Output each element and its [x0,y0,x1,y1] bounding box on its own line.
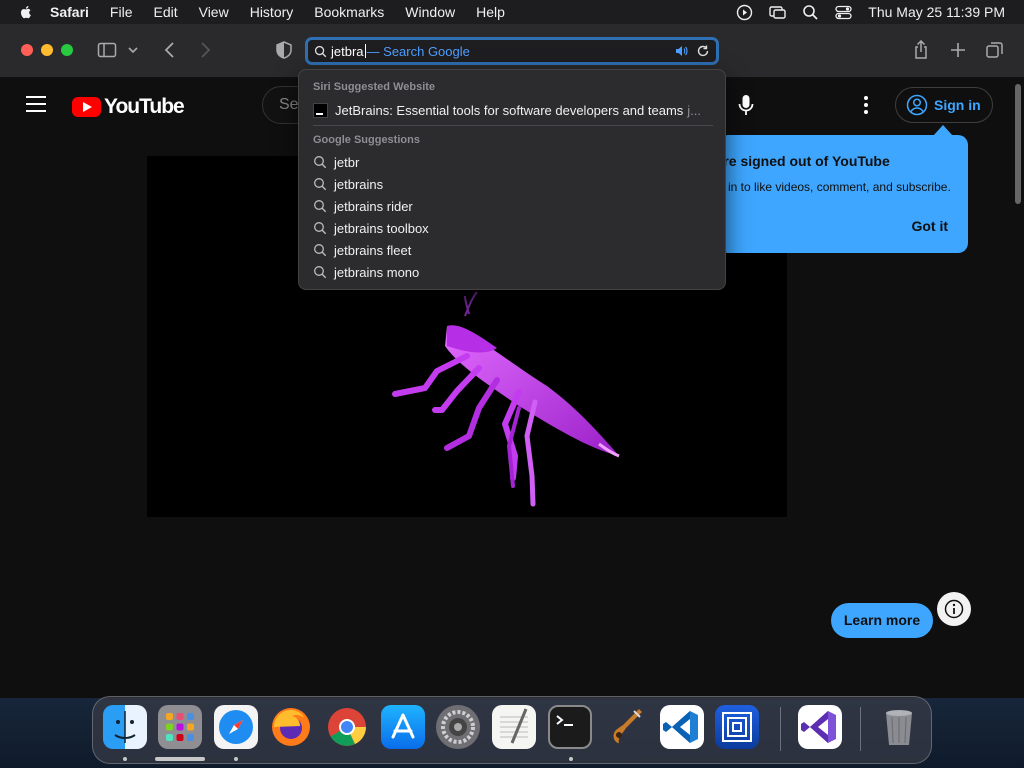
siri-site-title: JetBrains: Essential tools for software … [335,102,684,118]
google-suggestions-header: Google Suggestions [313,134,420,146]
forward-icon[interactable] [195,40,215,60]
youtube-play-icon [72,97,101,117]
suggestion-item[interactable]: jetbr [313,153,359,171]
search-icon [314,222,327,235]
sign-in-button[interactable]: Sign in [895,87,993,123]
menu-bar: Safari File Edit View History Bookmarks … [0,0,1024,24]
dock-separator [780,707,781,751]
suggestion-item[interactable]: jetbrains [313,175,383,193]
dock-separator [860,707,861,751]
screen-mirroring-icon[interactable] [769,4,786,21]
firefox-icon[interactable] [269,705,313,749]
search-icon [314,244,327,257]
search-icon [314,200,327,213]
microphone-icon[interactable] [732,91,760,119]
info-button[interactable] [937,592,971,626]
speaker-icon[interactable] [674,44,688,58]
visual-studio-icon[interactable] [798,705,842,749]
suggestion-text: jetbr [334,154,360,170]
youtube-logo-text: YouTube [104,95,185,118]
close-window-button[interactable] [21,44,33,56]
address-typed-text: jetbra [331,43,364,59]
suggestion-text: jetbrains fleet [334,242,412,258]
app-store-icon[interactable] [381,705,425,749]
learn-more-button[interactable]: Learn more [831,603,933,638]
tooltip-body: in to like videos, comment, and subscrib… [728,180,951,194]
chevron-down-icon[interactable] [127,40,139,60]
suggestion-item[interactable]: jetbrains toolbox [313,219,429,237]
signed-out-tooltip: 're signed out of YouTube in to like vid… [718,135,968,253]
finder-icon[interactable] [103,705,147,749]
youtube-logo[interactable]: YouTube [72,95,185,119]
system-settings-icon[interactable] [436,705,480,749]
play-circle-icon[interactable] [736,4,753,21]
suggestion-text: jetbrains rider [334,198,413,214]
zoom-window-button[interactable] [61,44,73,56]
menu-window[interactable]: Window [405,4,455,20]
privacy-shield-icon[interactable] [274,40,294,60]
menu-app-name[interactable]: Safari [50,4,89,20]
dropdown-divider [313,125,713,126]
search-icon [314,156,327,169]
running-indicator [234,757,238,761]
text-caret [364,44,366,58]
minimize-window-button[interactable] [41,44,53,56]
launchpad-icon[interactable] [158,705,202,749]
menu-history[interactable]: History [250,4,294,20]
menu-bookmarks[interactable]: Bookmarks [314,4,384,20]
account-icon [906,94,928,116]
hamburger-menu-icon[interactable] [26,96,46,112]
new-tab-icon[interactable] [948,40,968,60]
info-icon [944,599,964,619]
apple-icon[interactable] [18,4,34,20]
siri-suggested-site[interactable]: JetBrains: Essential tools for software … [313,101,713,119]
share-icon[interactable] [911,40,931,60]
search-icon [314,266,327,279]
proxy-app-icon[interactable] [715,705,759,749]
menu-bar-clock[interactable]: Thu May 25 11:39 PM [868,4,1005,20]
chrome-icon[interactable] [325,705,369,749]
page-scrollbar[interactable] [1015,84,1021,204]
tooltip-title: 're signed out of YouTube [720,153,890,169]
safari-icon[interactable] [214,705,258,749]
sign-in-label: Sign in [934,97,981,113]
suggestion-text: jetbrains [334,176,384,192]
suggestion-item[interactable]: jetbrains mono [313,263,419,281]
vscode-icon[interactable] [660,705,704,749]
suggestion-text: jetbrains mono [334,264,420,280]
menu-edit[interactable]: Edit [153,4,177,20]
suggestion-text: jetbrains toolbox [334,220,429,236]
reload-icon[interactable] [696,44,710,58]
tab-overview-icon[interactable] [985,40,1005,60]
sidebar-toggle-icon[interactable] [97,40,117,60]
textedit-icon[interactable] [492,705,536,749]
got-it-button[interactable]: Got it [911,218,948,234]
more-options-icon[interactable] [856,94,876,116]
running-indicator [569,757,573,761]
search-icon [314,45,327,57]
search-icon [314,178,327,191]
terminal-icon[interactable] [548,705,592,749]
trash-icon[interactable] [877,705,921,749]
siri-suggestions-header: Siri Suggested Website [313,81,436,93]
suggestion-item[interactable]: jetbrains rider [313,197,413,215]
suggestion-item[interactable]: jetbrains fleet [313,241,411,259]
control-center-icon[interactable] [835,4,852,21]
back-icon[interactable] [160,40,180,60]
running-indicator [123,757,127,761]
address-suggestions-dropdown: Siri Suggested Website JetBrains: Essent… [298,69,726,290]
jetbrains-favicon-icon [313,102,328,118]
address-bar[interactable]: jetbra — Search Google [305,37,719,65]
siri-site-url: j... [687,102,702,118]
menu-file[interactable]: File [110,4,133,20]
running-indicator [155,757,205,761]
dock [92,696,932,764]
menu-help[interactable]: Help [476,4,505,20]
spotlight-search-icon[interactable] [802,4,819,21]
menu-view[interactable]: View [199,4,229,20]
garageband-icon[interactable] [604,705,648,749]
address-suggestion-text: — Search Google [366,43,470,59]
